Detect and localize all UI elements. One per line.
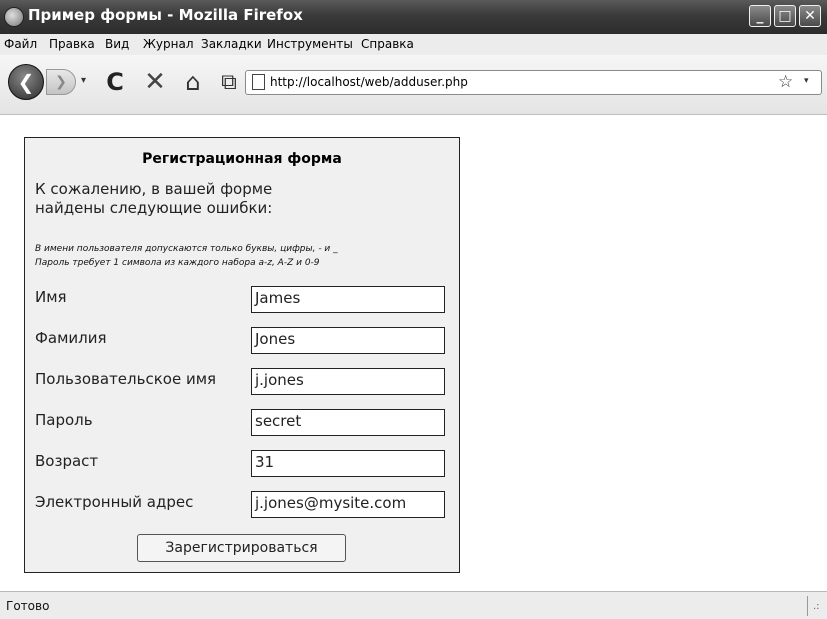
minimize-button[interactable]: _ [749, 5, 771, 27]
error-message: В имени пользователя допускаются только … [35, 244, 338, 254]
menu-item-edit[interactable]: Правка [49, 37, 95, 51]
maximize-button[interactable]: □ [774, 5, 796, 27]
page-icon [252, 74, 265, 90]
forward-button[interactable]: ❯ [46, 69, 76, 95]
username-input[interactable]: j.jones [251, 368, 445, 395]
url-dropdown-icon[interactable]: ▾ [804, 76, 809, 86]
last-name-input[interactable]: Jones [251, 327, 445, 354]
password-label: Пароль [35, 411, 93, 429]
history-dropdown-icon[interactable]: ▾ [81, 75, 86, 86]
error-heading: К сожалению, в вашей форме найдены следу… [35, 180, 273, 217]
menu-item-history[interactable]: Журнал [143, 37, 194, 51]
form-title: Регистрационная форма [142, 151, 342, 167]
first-name-label: Имя [35, 288, 67, 306]
first-name-input[interactable]: James [251, 286, 445, 313]
back-button[interactable]: ❮ [8, 64, 44, 100]
status-bar: Готово .: [0, 591, 827, 619]
age-label: Возраст [35, 452, 99, 470]
last-name-label: Фамилия [35, 329, 107, 347]
stop-icon[interactable]: ✕ [140, 67, 170, 97]
bookmark-page-icon[interactable]: ⧉ [214, 67, 244, 97]
window-title-bar[interactable]: Пример формы - Mozilla Firefox _ □ ✕ [0, 0, 827, 34]
register-button[interactable]: Зарегистрироваться [137, 534, 346, 562]
menu-bar: Файл Правка Вид Журнал Закладки Инструме… [0, 34, 827, 56]
menu-item-bookmarks[interactable]: Закладки [201, 37, 262, 51]
username-label: Пользовательское имя [35, 370, 217, 388]
url-bar[interactable]: http://localhost/web/adduser.php ☆ ▾ [245, 70, 822, 95]
page-content: Регистрационная форма К сожалению, в ваш… [0, 115, 827, 591]
password-input[interactable]: secret [251, 409, 445, 436]
navigation-toolbar: ❮ ❯ ▾ C ✕ ⌂ ⧉ http://localhost/web/addus… [0, 55, 827, 115]
menu-item-file[interactable]: Файл [4, 37, 37, 51]
error-message: Пароль требует 1 символа из каждого набо… [35, 258, 320, 268]
url-text[interactable]: http://localhost/web/adduser.php [270, 75, 468, 89]
home-icon[interactable]: ⌂ [178, 67, 208, 97]
star-icon[interactable]: ☆ [778, 72, 793, 92]
back-arrow-icon: ❮ [17, 70, 35, 94]
status-text: Готово [6, 599, 50, 613]
registration-form: Регистрационная форма К сожалению, в ваш… [24, 137, 460, 573]
email-input[interactable]: j.jones@mysite.com [251, 491, 445, 518]
menu-item-help[interactable]: Справка [361, 37, 414, 51]
forward-arrow-icon: ❯ [55, 74, 67, 90]
close-button[interactable]: ✕ [799, 5, 821, 27]
reload-icon[interactable]: C [100, 67, 130, 97]
status-divider [807, 596, 808, 616]
error-list: В имени пользователя допускаются только … [35, 242, 338, 270]
window-title: Пример формы - Mozilla Firefox [28, 6, 303, 24]
age-input[interactable]: 31 [251, 450, 445, 477]
firefox-icon [4, 7, 24, 27]
menu-item-view[interactable]: Вид [105, 37, 129, 51]
resize-grip-icon[interactable]: .: [813, 601, 820, 612]
email-label: Электронный адрес [35, 493, 194, 511]
menu-item-tools[interactable]: Инструменты [267, 37, 353, 51]
